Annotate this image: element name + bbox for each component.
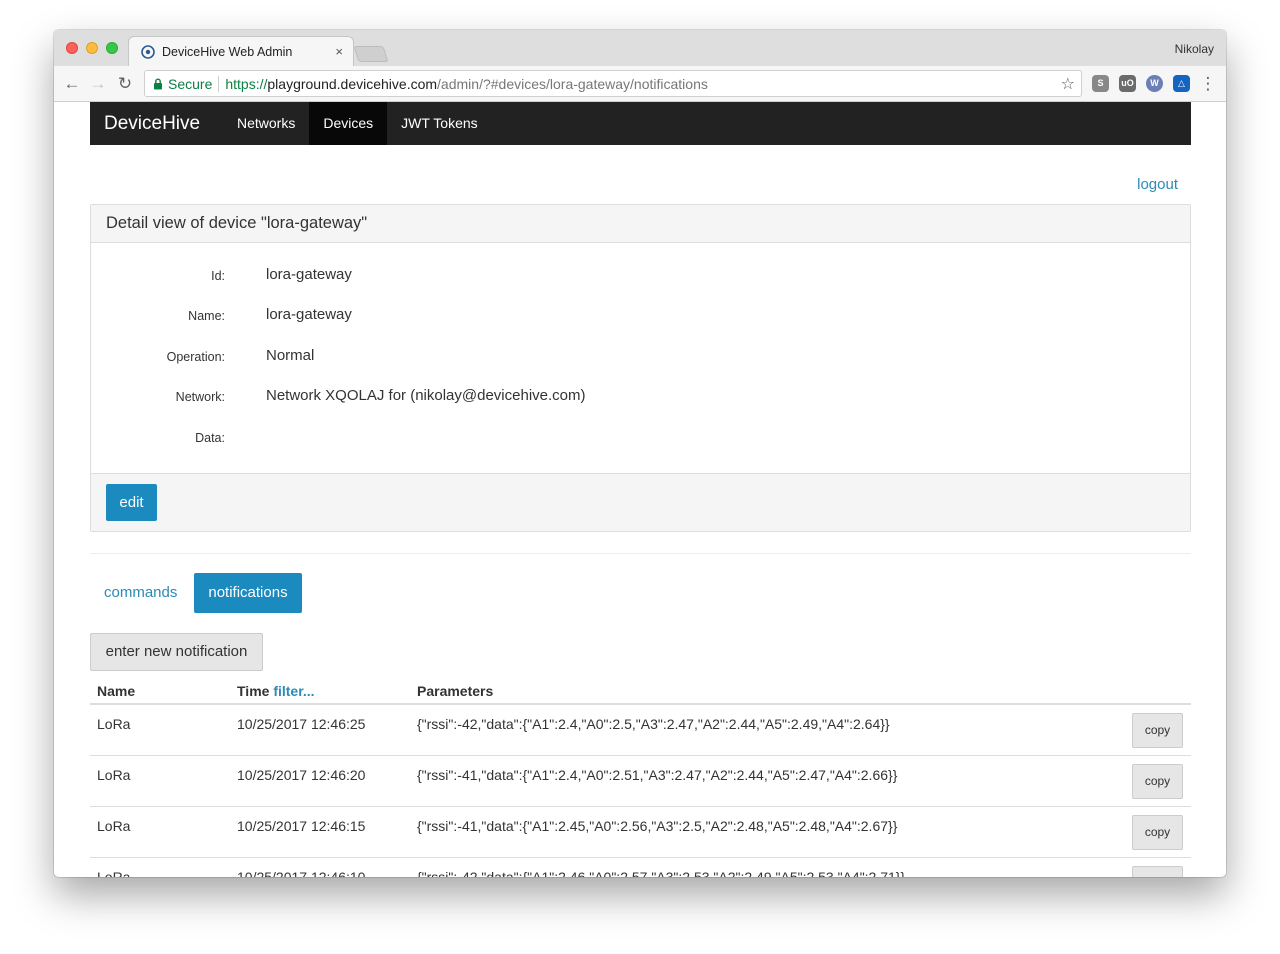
shield-extension-icon[interactable]: uO [1119,75,1136,92]
field-value: Normal [266,347,315,364]
enter-new-notification-button[interactable]: enter new notification [90,633,263,671]
row-name: LoRa [97,767,131,783]
device-tabs: commands notifications [90,573,302,613]
bell-extension-icon[interactable]: △ [1173,75,1190,92]
new-tab-button[interactable] [353,46,389,62]
secure-indicator[interactable]: Secure [153,76,212,92]
field-operation: Operation: Normal [91,347,1190,369]
minimize-window-button[interactable] [86,42,98,54]
url-path: /admin/?#devices/lora-gateway/notificati… [437,75,708,92]
address-bar[interactable]: Secure https:// playground.devicehive.co… [144,70,1082,97]
notifications-table: Name Time filter... Parameters LoRa 10/25… [90,676,1191,877]
copy-button[interactable]: copy [1132,713,1183,748]
row-time: 10/25/2017 12:46:15 [237,818,366,834]
field-label: Network: [175,390,225,404]
forward-icon[interactable]: → [88,74,108,94]
browser-window: DeviceHive Web Admin × Nikolay ← → ↻ Sec… [54,30,1226,877]
field-label: Data: [195,431,225,445]
tab-close-icon[interactable]: × [335,44,343,59]
table-row: LoRa 10/25/2017 12:46:20 {"rssi":-41,"data… [90,756,1191,807]
field-data: Data: [91,428,1190,450]
close-window-button[interactable] [66,42,78,54]
table-header: Name Time filter... Parameters [90,676,1191,705]
title-bar: DeviceHive Web Admin × Nikolay [54,30,1226,66]
field-value: lora-gateway [266,266,352,283]
row-name: LoRa [97,869,131,877]
time-header-label: Time [237,683,270,699]
browser-tab[interactable]: DeviceHive Web Admin × [128,36,354,66]
column-header-time: Time filter... [237,683,315,699]
row-parameters: {"rssi":-42,"data":{"A1":2.4,"A0":2.5,"A… [417,716,890,732]
bookmark-star-icon[interactable]: ☆ [1061,74,1075,94]
section-divider [90,553,1191,554]
browser-menu-icon[interactable]: ⋮ [1198,74,1218,94]
page-viewport: DeviceHive Networks Devices JWT Tokens l… [54,102,1226,877]
field-label: Id: [211,269,225,283]
table-row: LoRa 10/25/2017 12:46:25 {"rssi":-42,"data… [90,705,1191,756]
field-network: Network: Network XQOLAJ for (nikolay@dev… [91,387,1190,409]
row-time: 10/25/2017 12:46:20 [237,767,366,783]
tab-title: DeviceHive Web Admin [162,44,293,59]
row-name: LoRa [97,716,131,732]
logout-link[interactable]: logout [1137,176,1178,193]
column-header-name: Name [97,683,136,699]
brand-logo[interactable]: DeviceHive [90,113,223,135]
tab-notifications[interactable]: notifications [194,573,302,613]
field-name: Name: lora-gateway [91,306,1190,328]
reload-icon[interactable]: ↻ [115,74,135,94]
url-separator [218,75,220,92]
url-host: playground.devicehive.com [267,75,438,92]
maximize-window-button[interactable] [106,42,118,54]
column-header-parameters: Parameters [417,683,494,699]
time-filter-link[interactable]: filter... [273,683,314,699]
globe-extension-icon[interactable]: W [1146,75,1163,92]
panel-footer: edit [91,473,1190,531]
field-value: lora-gateway [266,306,352,323]
table-body: LoRa 10/25/2017 12:46:25 {"rssi":-42,"data… [90,705,1191,877]
field-label: Operation: [166,350,225,364]
top-navbar: DeviceHive Networks Devices JWT Tokens [90,102,1191,145]
row-parameters: {"rssi":-41,"data":{"A1":2.4,"A0":2.51,"… [417,767,898,783]
s-extension-icon[interactable]: S [1092,75,1109,92]
nav-devices[interactable]: Devices [309,102,388,145]
lock-icon [154,78,162,89]
field-label: Name: [188,309,225,323]
profile-name[interactable]: Nikolay [1175,42,1214,56]
row-parameters: {"rssi":-42,"data":{"A1":2.46,"A0":2.57,… [417,869,906,877]
back-icon[interactable]: ← [62,74,82,94]
secure-label: Secure [168,75,213,92]
nav-jwt-tokens[interactable]: JWT Tokens [387,102,492,145]
table-row: LoRa 10/25/2017 12:46:15 {"rssi":-41,"data… [90,807,1191,858]
url-scheme: https:// [225,75,268,92]
copy-button[interactable]: copy [1132,866,1183,877]
table-row: LoRa 10/25/2017 12:46:10 {"rssi":-42,"data… [90,858,1191,877]
edit-button[interactable]: edit [106,484,157,521]
devicehive-favicon-icon [141,44,155,59]
copy-button[interactable]: copy [1132,764,1183,799]
device-detail-panel: Detail view of device "lora-gateway" Id:… [90,204,1191,532]
field-value: Network XQOLAJ for (nikolay@devicehive.c… [266,387,586,404]
panel-heading: Detail view of device "lora-gateway" [91,205,1190,243]
nav-networks[interactable]: Networks [223,102,309,145]
tab-commands[interactable]: commands [90,573,191,613]
row-time: 10/25/2017 12:46:10 [237,869,366,877]
field-id: Id: lora-gateway [91,266,1190,288]
row-name: LoRa [97,818,131,834]
row-time: 10/25/2017 12:46:25 [237,716,366,732]
copy-button[interactable]: copy [1132,815,1183,850]
browser-toolbar: ← → ↻ Secure https:// playground.deviceh… [54,66,1226,102]
row-parameters: {"rssi":-41,"data":{"A1":2.45,"A0":2.56,… [417,818,898,834]
